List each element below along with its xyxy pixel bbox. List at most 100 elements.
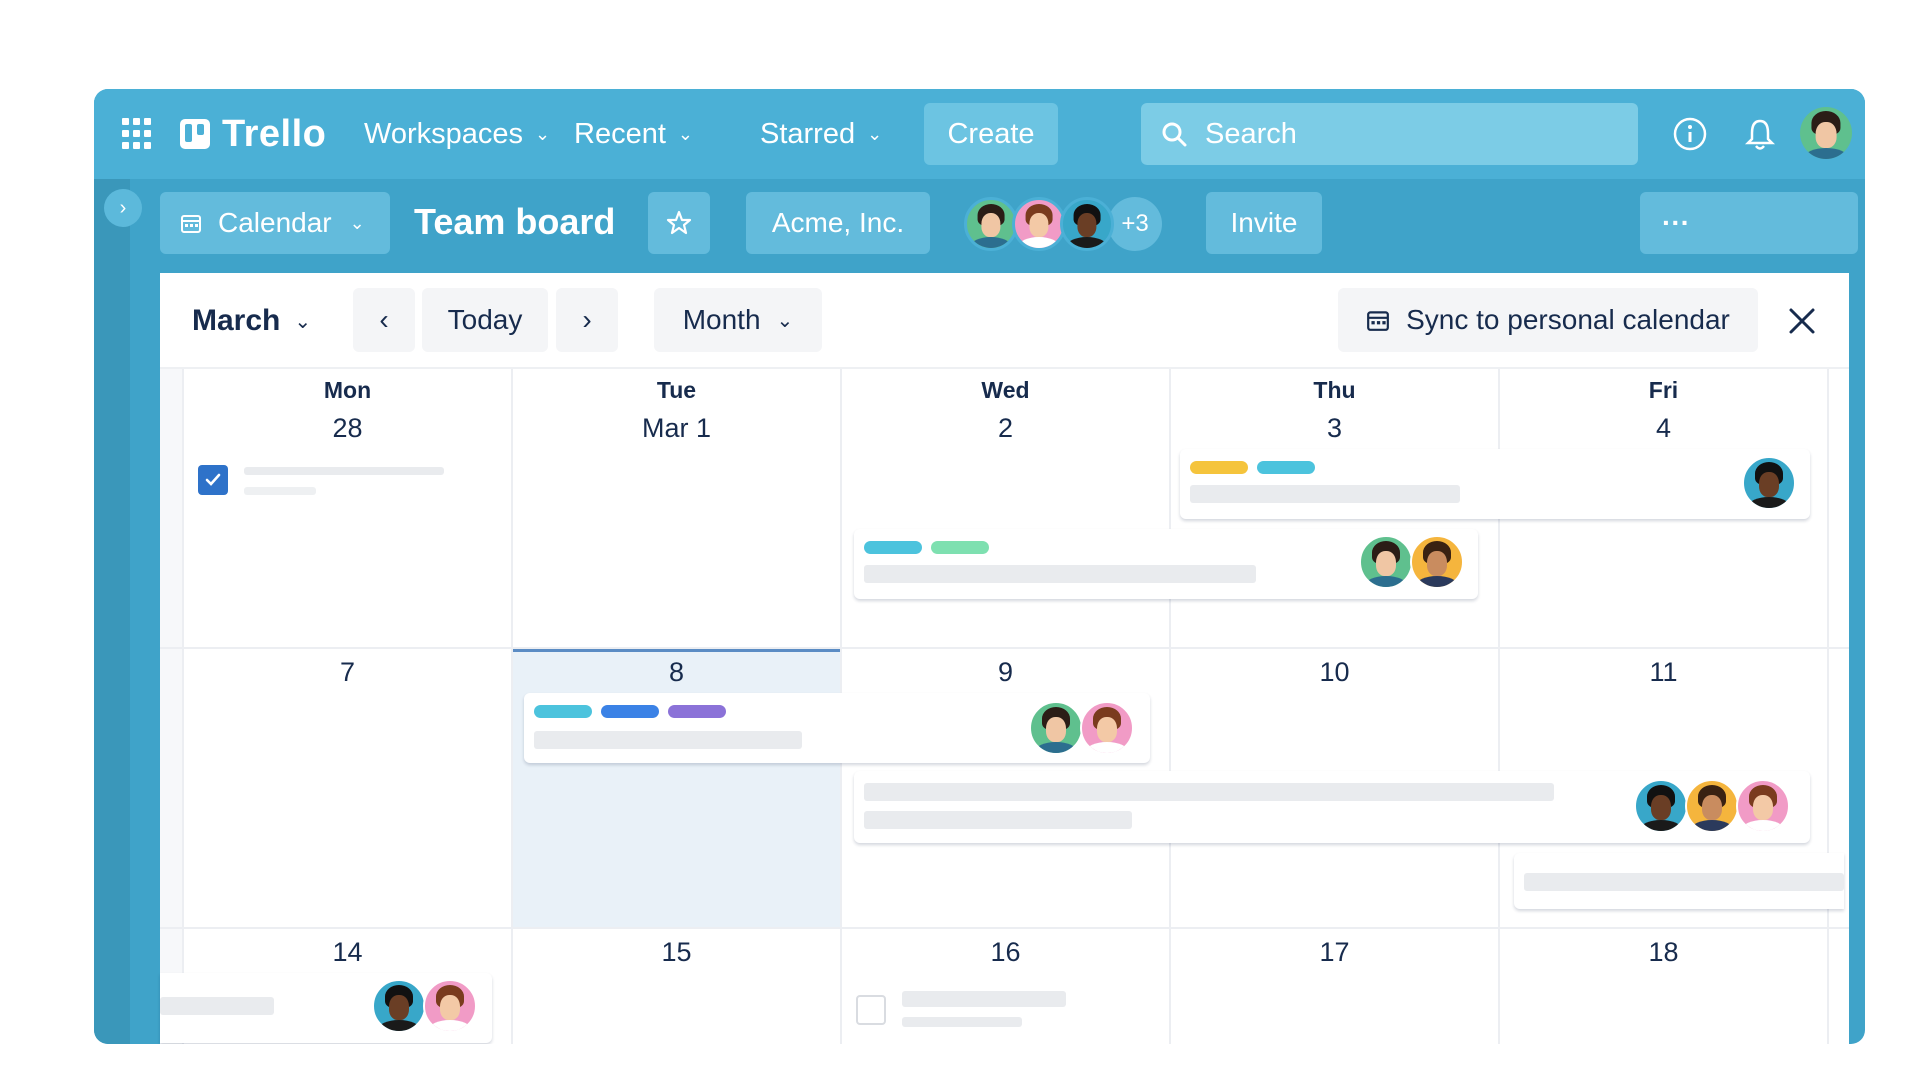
starred-label: Starred <box>760 117 856 150</box>
recent-label: Recent <box>574 117 666 150</box>
trello-window: Trello Workspaces ⌄ Recent ⌄ Starred ⌄ C… <box>94 89 1865 1044</box>
day-number[interactable]: 18 <box>1499 937 1828 968</box>
trello-logo[interactable]: Trello <box>180 113 326 155</box>
member-avatar[interactable] <box>1060 197 1114 251</box>
card-title-placeholder <box>534 731 802 749</box>
card-title-placeholder <box>244 467 444 475</box>
today-cell-highlight <box>512 649 841 929</box>
board-members[interactable]: +3 <box>964 197 1162 251</box>
card-member-avatar[interactable] <box>423 979 477 1033</box>
view-switcher-button[interactable]: Calendar ⌄ <box>160 192 390 254</box>
card-member-avatar[interactable] <box>1359 535 1413 589</box>
event-card-fri-continues[interactable] <box>1514 853 1844 909</box>
next-month-button[interactable]: › <box>556 288 618 352</box>
search-input[interactable]: Search <box>1141 103 1638 165</box>
month-grid: Mon Tue Wed Thu Fri 28 Mar 1 2 3 4 7 8 9… <box>160 369 1849 1044</box>
starred-menu[interactable]: Starred ⌄ <box>760 113 882 155</box>
month-label: March <box>192 304 281 337</box>
trello-logo-icon <box>180 119 210 149</box>
card-member-avatar[interactable] <box>1685 779 1739 833</box>
chevron-right-icon: › <box>582 304 592 335</box>
card-member-avatar[interactable] <box>1410 535 1464 589</box>
day-number[interactable]: 7 <box>183 657 512 688</box>
event-card-wed-fri[interactable] <box>854 771 1810 843</box>
workspaces-label: Workspaces <box>364 117 524 150</box>
chevron-left-icon: ‹ <box>379 304 389 335</box>
day-name-tue: Tue <box>656 377 697 403</box>
sync-calendar-button[interactable]: Sync to personal calendar <box>1338 288 1758 352</box>
day-number[interactable]: 15 <box>512 937 841 968</box>
calendar-icon <box>1367 311 1390 331</box>
calendar-icon <box>181 215 201 233</box>
day-name-wed: Wed <box>981 377 1030 403</box>
card-label <box>534 705 592 718</box>
day-number[interactable]: 3 <box>1170 413 1499 444</box>
user-avatar[interactable] <box>1800 107 1852 159</box>
chevron-right-icon: › <box>119 196 127 219</box>
chevron-down-icon: ⌄ <box>294 310 312 333</box>
day-name-mon: Mon <box>323 377 372 403</box>
grid-line <box>160 927 1849 929</box>
view-mode-select[interactable]: Month ⌄ <box>654 288 822 352</box>
recent-menu[interactable]: Recent ⌄ <box>574 113 693 155</box>
card-member-avatar[interactable] <box>1634 779 1688 833</box>
card-title-placeholder <box>1190 485 1460 503</box>
workspace-button[interactable]: Acme, Inc. <box>746 192 930 254</box>
card-label <box>668 705 726 718</box>
event-card-thu-fri[interactable] <box>1180 449 1810 519</box>
day-number[interactable]: 2 <box>841 413 1170 444</box>
day-number[interactable]: Mar 1 <box>512 413 841 444</box>
app-switcher-icon[interactable] <box>122 117 154 149</box>
top-navigation-bar: Trello Workspaces ⌄ Recent ⌄ Starred ⌄ C… <box>94 89 1865 179</box>
day-number[interactable]: 4 <box>1499 413 1828 444</box>
day-name-thu: Thu <box>1313 377 1356 403</box>
board-title[interactable]: Team board <box>414 201 615 243</box>
close-calendar-button[interactable] <box>1778 297 1826 345</box>
card-member-avatar[interactable] <box>372 979 426 1033</box>
card-title-placeholder <box>902 991 1066 1007</box>
card-title-placeholder <box>864 565 1256 583</box>
day-number[interactable]: 9 <box>841 657 1170 688</box>
day-number[interactable]: 11 <box>1499 657 1828 688</box>
completed-checkbox[interactable] <box>198 465 228 495</box>
day-number[interactable]: 28 <box>183 413 512 444</box>
event-card-mon-continued[interactable] <box>160 973 492 1043</box>
member-avatar[interactable] <box>964 197 1018 251</box>
member-avatar[interactable] <box>1012 197 1066 251</box>
day-number[interactable]: 14 <box>183 937 512 968</box>
invite-button[interactable]: Invite <box>1206 192 1322 254</box>
expand-sidebar-button[interactable]: › <box>104 189 142 227</box>
close-icon <box>1789 308 1815 334</box>
notifications-bell-icon[interactable] <box>1742 116 1778 152</box>
sync-label: Sync to personal calendar <box>1406 304 1730 335</box>
workspaces-menu[interactable]: Workspaces ⌄ <box>364 113 550 155</box>
info-icon[interactable] <box>1672 116 1708 152</box>
incomplete-checkbox[interactable] <box>856 995 886 1025</box>
star-board-button[interactable] <box>648 192 710 254</box>
card-member-avatar[interactable] <box>1742 456 1796 510</box>
card-meta-placeholder <box>864 811 1132 829</box>
card-meta-placeholder <box>902 1017 1022 1027</box>
card-member-avatar[interactable] <box>1736 779 1790 833</box>
board-menu-button[interactable]: ··· <box>1640 192 1858 254</box>
card-member-avatar[interactable] <box>1029 701 1083 755</box>
month-picker[interactable]: March ⌄ <box>192 297 311 345</box>
view-mode-label: Month <box>682 304 761 335</box>
chevron-down-icon: ⌄ <box>349 212 365 233</box>
card-member-avatar[interactable] <box>1080 701 1134 755</box>
event-card-wed-thu[interactable] <box>854 529 1478 599</box>
card-label <box>1190 461 1248 474</box>
day-number[interactable]: 8 <box>512 657 841 688</box>
today-button[interactable]: Today <box>422 288 548 352</box>
event-card-tue-wed[interactable] <box>524 693 1150 763</box>
previous-month-button[interactable]: ‹ <box>353 288 415 352</box>
day-number[interactable]: 10 <box>1170 657 1499 688</box>
more-members-badge[interactable]: +3 <box>1108 197 1162 251</box>
day-number[interactable]: 17 <box>1170 937 1499 968</box>
day-number[interactable]: 16 <box>841 937 1170 968</box>
card-label <box>864 541 922 554</box>
create-button[interactable]: Create <box>924 103 1058 165</box>
grid-line <box>160 647 1849 649</box>
calendar-toolbar: March ⌄ ‹ Today › Month ⌄ Sync to person… <box>160 273 1849 369</box>
card-label <box>931 541 989 554</box>
